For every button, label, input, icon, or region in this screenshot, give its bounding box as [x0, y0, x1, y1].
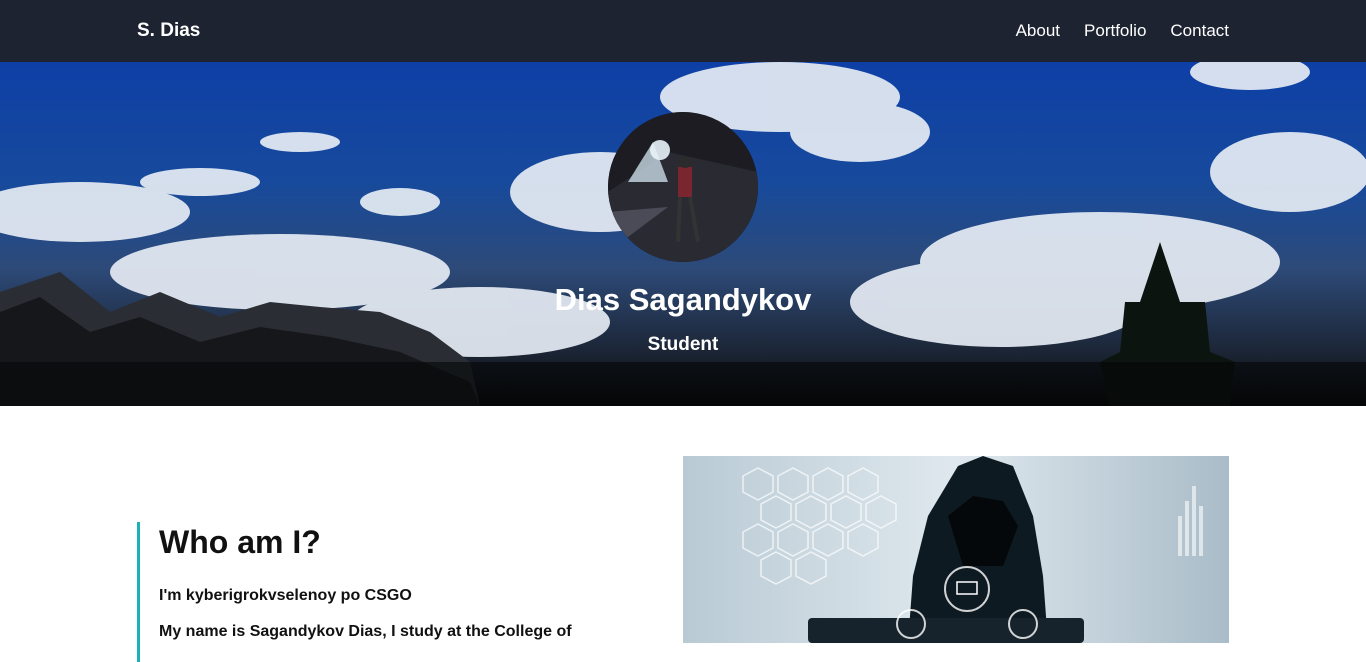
hacker-image	[683, 456, 1229, 643]
hero-section: Dias Sagandykov Student	[0, 62, 1366, 406]
profile-avatar	[608, 112, 758, 262]
navbar: S. Dias About Portfolio Contact	[0, 0, 1366, 62]
about-text-2: My name is Sagandykov Dias, I study at t…	[159, 623, 572, 640]
nav-link-portfolio[interactable]: Portfolio	[1084, 21, 1146, 41]
nav-links: About Portfolio Contact	[1016, 21, 1229, 41]
brand-link[interactable]: S. Dias	[137, 20, 200, 42]
about-section: Who am I? I'm kyberigrokvselenoy po CSGO…	[137, 522, 607, 662]
hero-name: Dias Sagandykov	[554, 282, 812, 317]
about-text-1: I'm kyberigrokvselenoy po CSGO	[159, 587, 412, 604]
nav-link-about[interactable]: About	[1016, 21, 1060, 41]
nav-link-contact[interactable]: Contact	[1170, 21, 1229, 41]
about-title: Who am I?	[159, 524, 321, 560]
hero-role: Student	[647, 334, 719, 355]
